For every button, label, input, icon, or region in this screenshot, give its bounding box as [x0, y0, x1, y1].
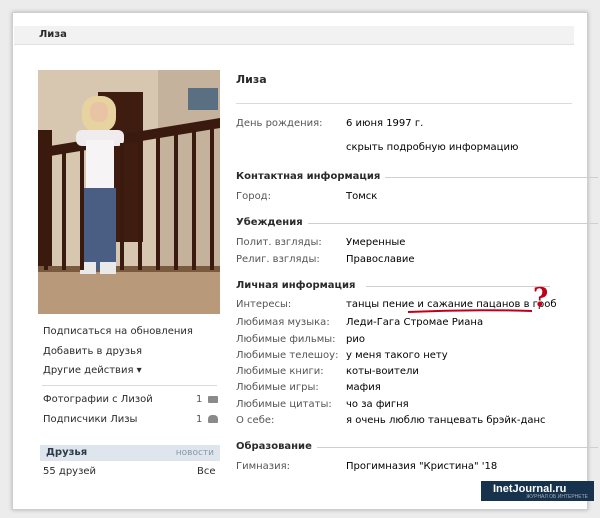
movies-value[interactable]: рио — [346, 334, 365, 345]
tv-value[interactable]: у меня такого нету — [346, 350, 448, 361]
quotes-label: Любимые цитаты: — [236, 399, 332, 410]
photos-count-value: 1 — [196, 394, 203, 405]
birthday-value[interactable]: 6 июня 1997 г. — [346, 118, 423, 129]
followers-count-value: 1 — [196, 414, 203, 425]
education-section-title: Образование — [236, 441, 317, 452]
music-value[interactable]: Леди-Гага Стромае Риана — [346, 317, 483, 328]
friends-all-link[interactable]: Все — [197, 466, 216, 477]
camera-icon — [207, 396, 218, 403]
followers-link[interactable]: Подписчики Лизы — [43, 414, 137, 425]
annotation-mark: ? — [533, 283, 548, 313]
profile-name: Лиза — [236, 73, 267, 86]
profile-photo-image — [38, 70, 220, 314]
profile-top-bar: Лиза — [14, 26, 574, 45]
school-label: Гимназия: — [236, 461, 291, 472]
subscribe-link[interactable]: Подписаться на обновления — [43, 326, 193, 337]
contact-section-line — [380, 177, 598, 178]
friends-count[interactable]: 55 друзей — [43, 466, 96, 477]
left-divider — [42, 385, 217, 386]
about-value: я очень люблю танцевать брэйк-данс — [346, 415, 546, 426]
friends-title: Друзья — [46, 447, 88, 458]
other-actions-menu[interactable]: Другие действия ▾ — [43, 365, 142, 376]
watermark: InetJournal.ru ЖУРНАЛ ОБ ИНТЕРНЕТЕ — [481, 481, 594, 501]
header-title: Лиза — [39, 29, 67, 40]
personal-section-title: Личная информация — [236, 280, 361, 291]
about-label: О себе: — [236, 415, 275, 426]
games-label: Любимые игры: — [236, 382, 319, 393]
movies-label: Любимые фильмы: — [236, 334, 336, 345]
followers-count: 1 — [196, 414, 218, 425]
games-value[interactable]: мафия — [346, 382, 381, 393]
profile-photo[interactable] — [38, 70, 220, 314]
beliefs-section-line — [306, 223, 598, 224]
political-label: Полит. взгляды: — [236, 237, 322, 248]
books-label: Любимые книги: — [236, 366, 324, 377]
name-divider — [236, 103, 572, 104]
hide-info-link[interactable]: скрыть подробную информацию — [346, 142, 518, 153]
religious-value[interactable]: Православие — [346, 254, 415, 265]
photos-with-link[interactable]: Фотографии с Лизой — [43, 394, 153, 405]
education-section-line — [316, 447, 598, 448]
people-icon — [207, 415, 218, 423]
birthday-label: День рождения: — [236, 118, 323, 129]
friends-news-link[interactable]: новости — [176, 448, 214, 458]
interests-label: Интересы: — [236, 299, 292, 310]
beliefs-section-title: Убеждения — [236, 217, 308, 228]
religious-label: Религ. взгляды: — [236, 254, 320, 265]
quotes-value: чо за фигня — [346, 399, 409, 410]
tv-label: Любимые телешоу: — [236, 350, 339, 361]
music-label: Любимая музыка: — [236, 317, 330, 328]
city-label: Город: — [236, 191, 271, 202]
friends-header[interactable]: Друзья новости — [40, 445, 220, 461]
add-friend-link[interactable]: Добавить в друзья — [43, 346, 142, 357]
red-annotation: ? — [407, 283, 548, 313]
political-value[interactable]: Умеренные — [346, 237, 405, 248]
photos-count: 1 — [196, 394, 218, 405]
city-value[interactable]: Томск — [346, 191, 377, 202]
contact-section-title: Контактная информация — [236, 171, 386, 182]
watermark-sub: ЖУРНАЛ ОБ ИНТЕРНЕТЕ — [526, 494, 588, 500]
school-value[interactable]: Прогимназия "Кристина" '18 — [346, 461, 497, 472]
books-value[interactable]: коты-воители — [346, 366, 419, 377]
